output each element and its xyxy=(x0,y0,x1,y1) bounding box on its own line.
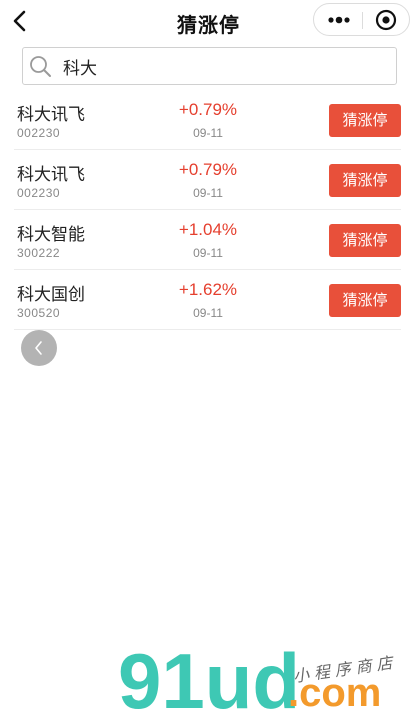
stock-list: 科大讯飞 002230 +0.79% 09-11 猜涨停 科大讯飞 002230… xyxy=(14,92,401,330)
stock-date: 09-11 xyxy=(193,186,223,200)
guess-limit-up-button[interactable]: 猜涨停 xyxy=(329,104,401,137)
guess-limit-up-button[interactable]: 猜涨停 xyxy=(329,224,401,257)
more-icon[interactable] xyxy=(326,13,352,27)
stock-row[interactable]: 科大国创 300520 +1.62% 09-11 猜涨停 xyxy=(14,272,401,330)
stock-name: 科大讯飞 xyxy=(17,165,85,184)
guess-limit-up-button[interactable]: 猜涨停 xyxy=(329,284,401,317)
stock-date: 09-11 xyxy=(193,306,223,320)
watermark-logo: 91ud .com 小程序商店 xyxy=(118,642,399,716)
stock-code: 002230 xyxy=(17,186,61,200)
stock-row[interactable]: 科大讯飞 002230 +0.79% 09-11 猜涨停 xyxy=(14,92,401,150)
stock-change: +0.79% xyxy=(178,100,238,119)
stock-row[interactable]: 科大智能 300222 +1.04% 09-11 猜涨停 xyxy=(14,212,401,270)
stock-change: +0.79% xyxy=(178,160,238,179)
stock-date: 09-11 xyxy=(193,246,223,260)
search-input[interactable] xyxy=(63,52,383,80)
stock-row[interactable]: 科大讯飞 002230 +0.79% 09-11 猜涨停 xyxy=(14,152,401,210)
stock-change: +1.04% xyxy=(178,220,238,239)
stock-name: 科大国创 xyxy=(17,285,85,304)
back-arrow-icon[interactable] xyxy=(8,6,32,36)
close-miniprogram-icon[interactable] xyxy=(375,9,397,31)
stock-name: 科大智能 xyxy=(17,225,85,244)
stock-name: 科大讯飞 xyxy=(17,105,85,124)
menu-capsule xyxy=(313,3,410,36)
stock-code: 300520 xyxy=(17,306,61,320)
nav-bar: 猜涨停 xyxy=(0,0,417,44)
search-bar[interactable] xyxy=(22,47,397,85)
stock-change: +1.62% xyxy=(178,280,238,299)
guess-limit-up-button[interactable]: 猜涨停 xyxy=(329,164,401,197)
stock-code: 002230 xyxy=(17,126,61,140)
stock-code: 300222 xyxy=(17,246,61,260)
watermark-brand: 91ud xyxy=(118,642,300,716)
search-icon xyxy=(30,56,51,77)
capsule-divider xyxy=(362,12,363,29)
chevron-left-icon xyxy=(35,341,42,355)
floating-back-button[interactable] xyxy=(21,330,57,366)
stock-date: 09-11 xyxy=(193,126,223,140)
